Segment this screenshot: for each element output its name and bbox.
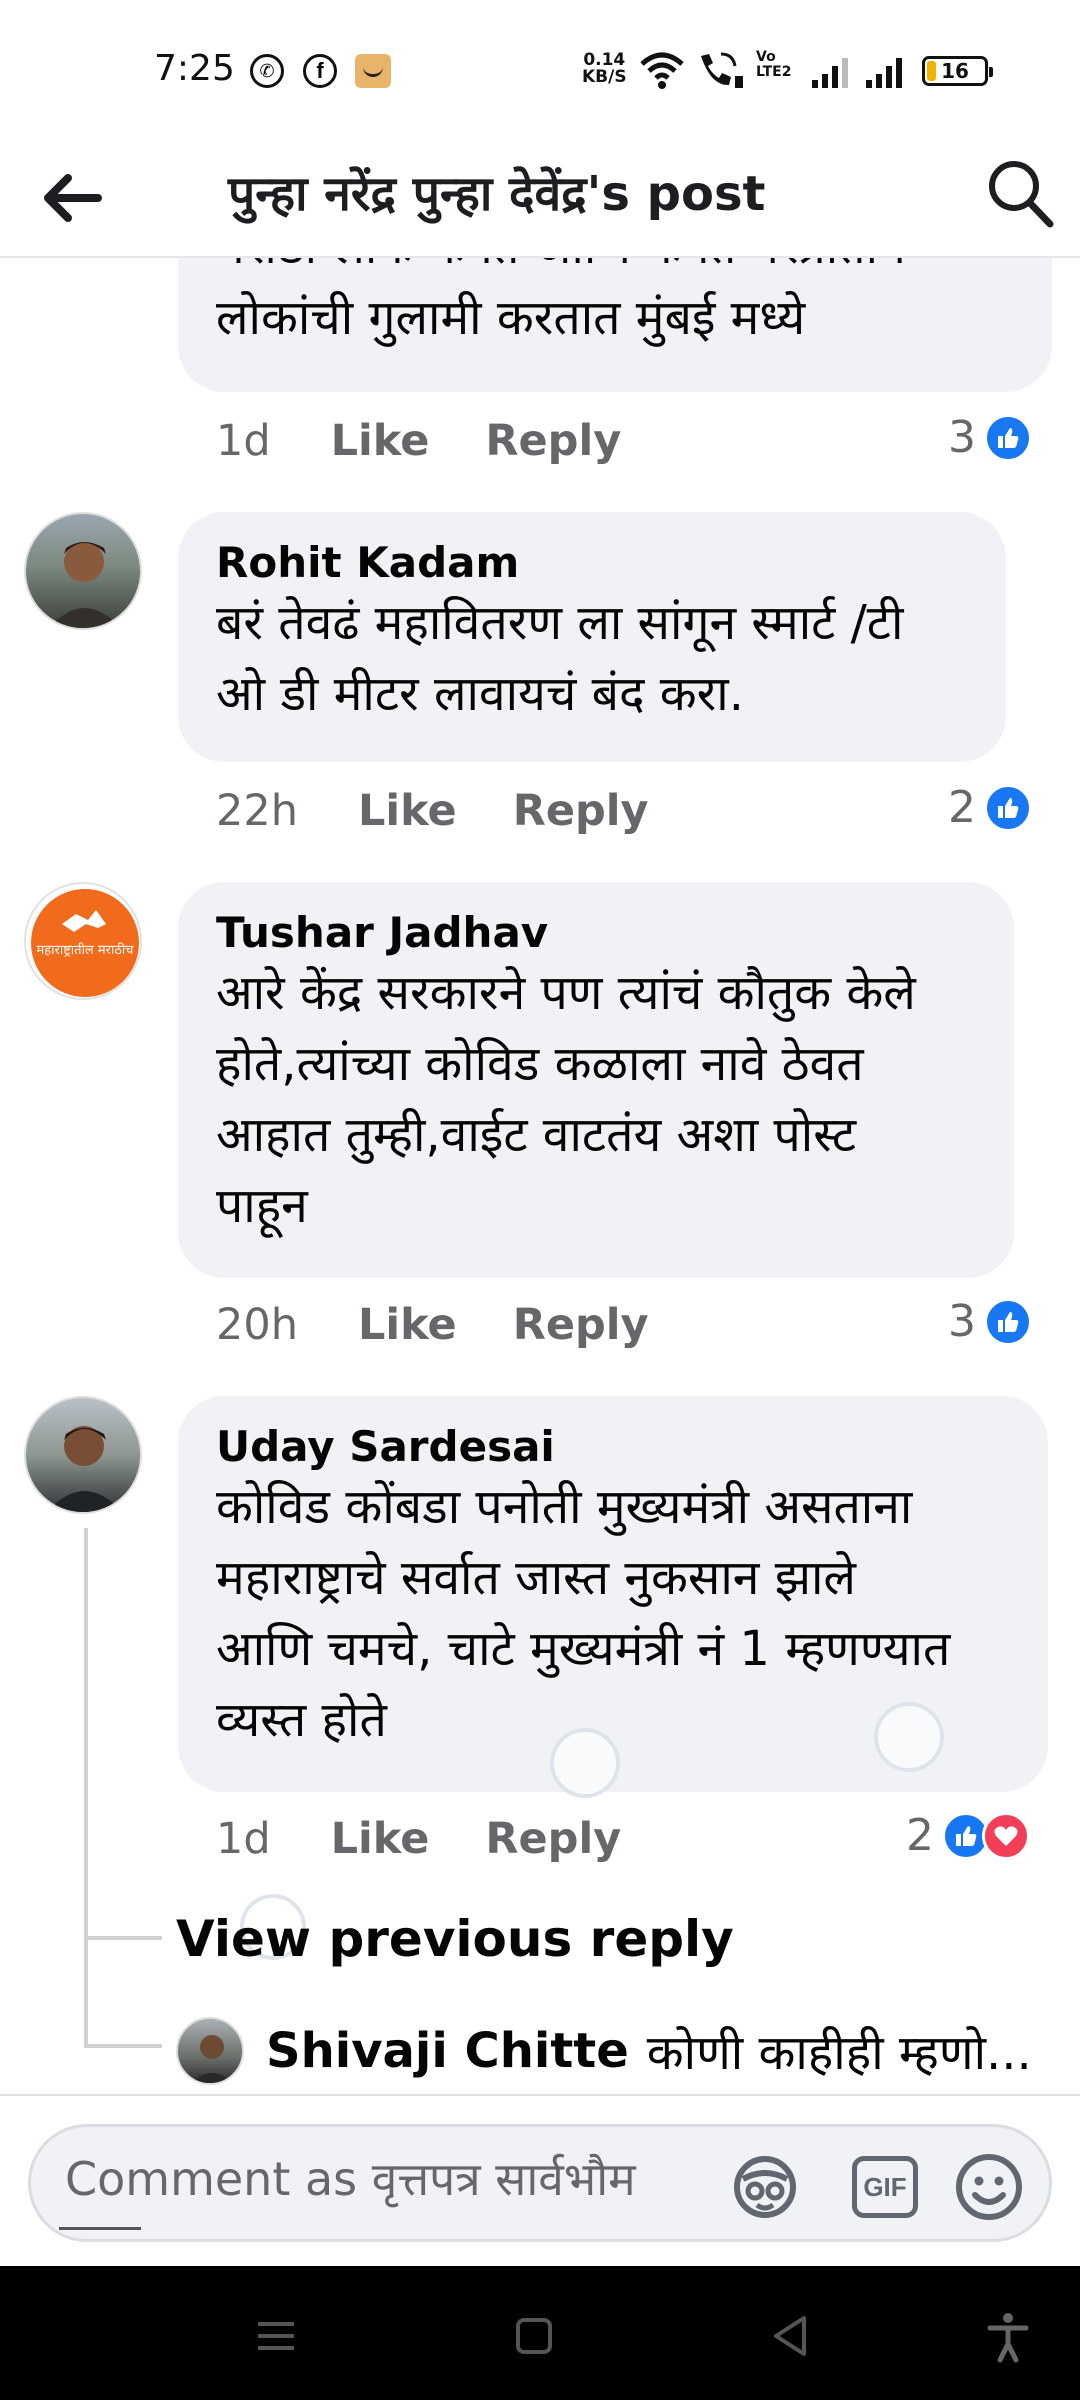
avatar[interactable]: [24, 512, 142, 630]
comment-meta: 1d Like Reply: [216, 416, 621, 466]
reply-button[interactable]: Reply: [513, 786, 649, 836]
facebook-icon: f: [303, 54, 337, 88]
battery-level: 16: [941, 59, 969, 83]
comment-bubble[interactable]: Tushar Jadhav आरे केंद्र सरकारने पण त्या…: [178, 882, 1014, 1278]
post-header: पुन्हा नरेंद्र पुन्हा देवेंद्र's post: [0, 140, 1080, 258]
like-reaction-icon: [984, 783, 1032, 832]
reply-preview-text: कोणी काहीही म्हणो...: [646, 2024, 1032, 2081]
comment-text-line: आणि चमचे, चाटे मुख्यमंत्री नं 1 म्हणण्या…: [216, 1621, 951, 1677]
comment-time: 1d: [216, 1814, 271, 1864]
thread-line: [84, 1528, 88, 2046]
accessibility-icon[interactable]: [978, 2306, 1038, 2366]
comment-text-line: आरे केंद्र सरकारने पण त्यांचं कौतुक केले: [216, 965, 916, 1021]
comment-meta: 20h Like Reply: [216, 1300, 649, 1350]
reaction-count: 2: [948, 782, 976, 833]
love-reaction-icon: [982, 1811, 1030, 1860]
comment-text-line: मराठी लोक फक्त आणि फक्त परप्रांतीय: [216, 258, 1014, 283]
page-title: पुन्हा नरेंद्र पुन्हा देवेंद्र's post: [228, 166, 766, 222]
thread-connector: [84, 1936, 162, 1940]
comment-meta: 22h Like Reply: [216, 786, 649, 836]
comment-text-line: लोकांची गुलामी करतात मुंबई मध्ये: [216, 290, 806, 346]
status-bar: 7:25 ✆ f 0.14 KB/S Vo LTE2 16: [0, 0, 1080, 140]
comment-time: 20h: [216, 1300, 298, 1350]
thread-connector: [84, 2044, 162, 2048]
comment-author[interactable]: Rohit Kadam: [216, 538, 968, 588]
like-button[interactable]: Like: [331, 1814, 430, 1864]
comment-text-line: आहात तुम्ही,वाईट वाटतंय अशा पोस्ट: [216, 1107, 857, 1163]
like-reaction-icon: [984, 413, 1032, 462]
wifi-calling-icon: [701, 52, 743, 88]
reply-button[interactable]: Reply: [485, 416, 621, 466]
reaction-summary[interactable]: 2: [948, 782, 1032, 833]
gif-label: GIF: [852, 2156, 918, 2218]
battery-icon: 16: [922, 56, 993, 86]
comment-text-line: बरं तेवढं महावितरण ला सांगून स्मार्ट /टी: [216, 595, 904, 651]
comment-input[interactable]: Comment as वृत्तपत्र सार्वभौम GIF: [28, 2124, 1052, 2242]
network-speed: 0.14 KB/S: [582, 52, 627, 86]
comment-bubble[interactable]: मराठी लोक फक्त आणि फक्त परप्रांतीय लोकां…: [178, 258, 1052, 392]
comment-placeholder: Comment as वृत्तपत्र सार्वभौम: [65, 2152, 636, 2206]
comment-time: 1d: [216, 416, 271, 466]
comment-bubble[interactable]: Rohit Kadam बरं तेवढं महावितरण ला सांगून…: [178, 512, 1006, 762]
comment-meta: 1d Like Reply: [216, 1814, 621, 1864]
status-time: 7:25: [154, 48, 235, 89]
view-previous-reply-link[interactable]: View previous reply: [176, 1910, 734, 1968]
avatar[interactable]: महाराष्ट्रातील मराठीच: [24, 882, 142, 1000]
reply-author[interactable]: Shivaji Chitte: [266, 2023, 629, 2079]
system-navigation-bar: [0, 2266, 1080, 2400]
reply-button[interactable]: Reply: [513, 1300, 649, 1350]
like-button[interactable]: Like: [358, 1300, 457, 1350]
comments-feed[interactable]: मराठी लोक फक्त आणि फक्त परप्रांतीय लोकां…: [0, 258, 1080, 2094]
reaction-count: 3: [948, 1296, 976, 1347]
wifi-icon: [640, 52, 684, 89]
arrow-left-icon[interactable]: [36, 168, 106, 228]
network-speed-unit: KB/S: [582, 67, 627, 87]
comment-time: 22h: [216, 786, 298, 836]
reaction-summary[interactable]: 3: [948, 412, 1032, 463]
comment-text-line: कोविड कोंबडा पनोती मुख्यमंत्री असताना: [216, 1479, 913, 1535]
text-cursor-underline: [59, 2227, 141, 2230]
comment-author[interactable]: Uday Sardesai: [216, 1422, 1010, 1472]
like-button[interactable]: Like: [331, 416, 430, 466]
like-reaction-icon: [984, 1297, 1032, 1346]
back-triangle-icon[interactable]: [762, 2306, 822, 2366]
avatar[interactable]: [176, 2017, 244, 2085]
search-icon[interactable]: [980, 154, 1060, 234]
volte-top: Vo: [756, 49, 776, 65]
comment-composer: Comment as वृत्तपत्र सार्वभौम GIF: [0, 2094, 1080, 2266]
avatar[interactable]: [24, 1396, 142, 1514]
reaction-summary[interactable]: 2: [906, 1810, 1030, 1861]
whatsapp-icon: ✆: [250, 54, 284, 88]
reaction-count: 2: [906, 1810, 934, 1861]
reply-preview-row[interactable]: Shivaji Chitte कोणी काहीही म्हणो...: [176, 2016, 1032, 2086]
touch-indicator: [874, 1702, 944, 1772]
menu-icon[interactable]: [246, 2306, 306, 2366]
sticker-icon[interactable]: [727, 2149, 803, 2225]
home-square-icon[interactable]: [504, 2306, 564, 2366]
comment-text-line: पाहून: [216, 1178, 308, 1234]
reply-button[interactable]: Reply: [485, 1814, 621, 1864]
comment-text-line: महाराष्ट्राचे सर्वात जास्त नुकसान झाले: [216, 1550, 856, 1606]
volte-indicator: Vo LTE2: [756, 50, 791, 80]
avatar-logo-text: महाराष्ट्रातील मराठीच: [36, 942, 134, 958]
signal-sim2-icon: [866, 56, 906, 88]
comment-text-line: ओ डी मीटर लावायचं बंद करा.: [216, 666, 744, 722]
like-button[interactable]: Like: [358, 786, 457, 836]
comment-author[interactable]: Tushar Jadhav: [216, 908, 976, 958]
comment-text-line: होते,त्यांच्या कोविड कळाला नावे ठेवत: [216, 1036, 864, 1092]
amazon-icon: [355, 54, 391, 88]
reaction-summary[interactable]: 3: [948, 1296, 1032, 1347]
reaction-count: 3: [948, 412, 976, 463]
emoji-icon[interactable]: [951, 2149, 1027, 2225]
volte-bottom: LTE2: [756, 64, 792, 80]
gif-button[interactable]: GIF: [847, 2149, 923, 2225]
signal-sim1-icon: [812, 56, 852, 88]
touch-indicator: [550, 1728, 620, 1798]
